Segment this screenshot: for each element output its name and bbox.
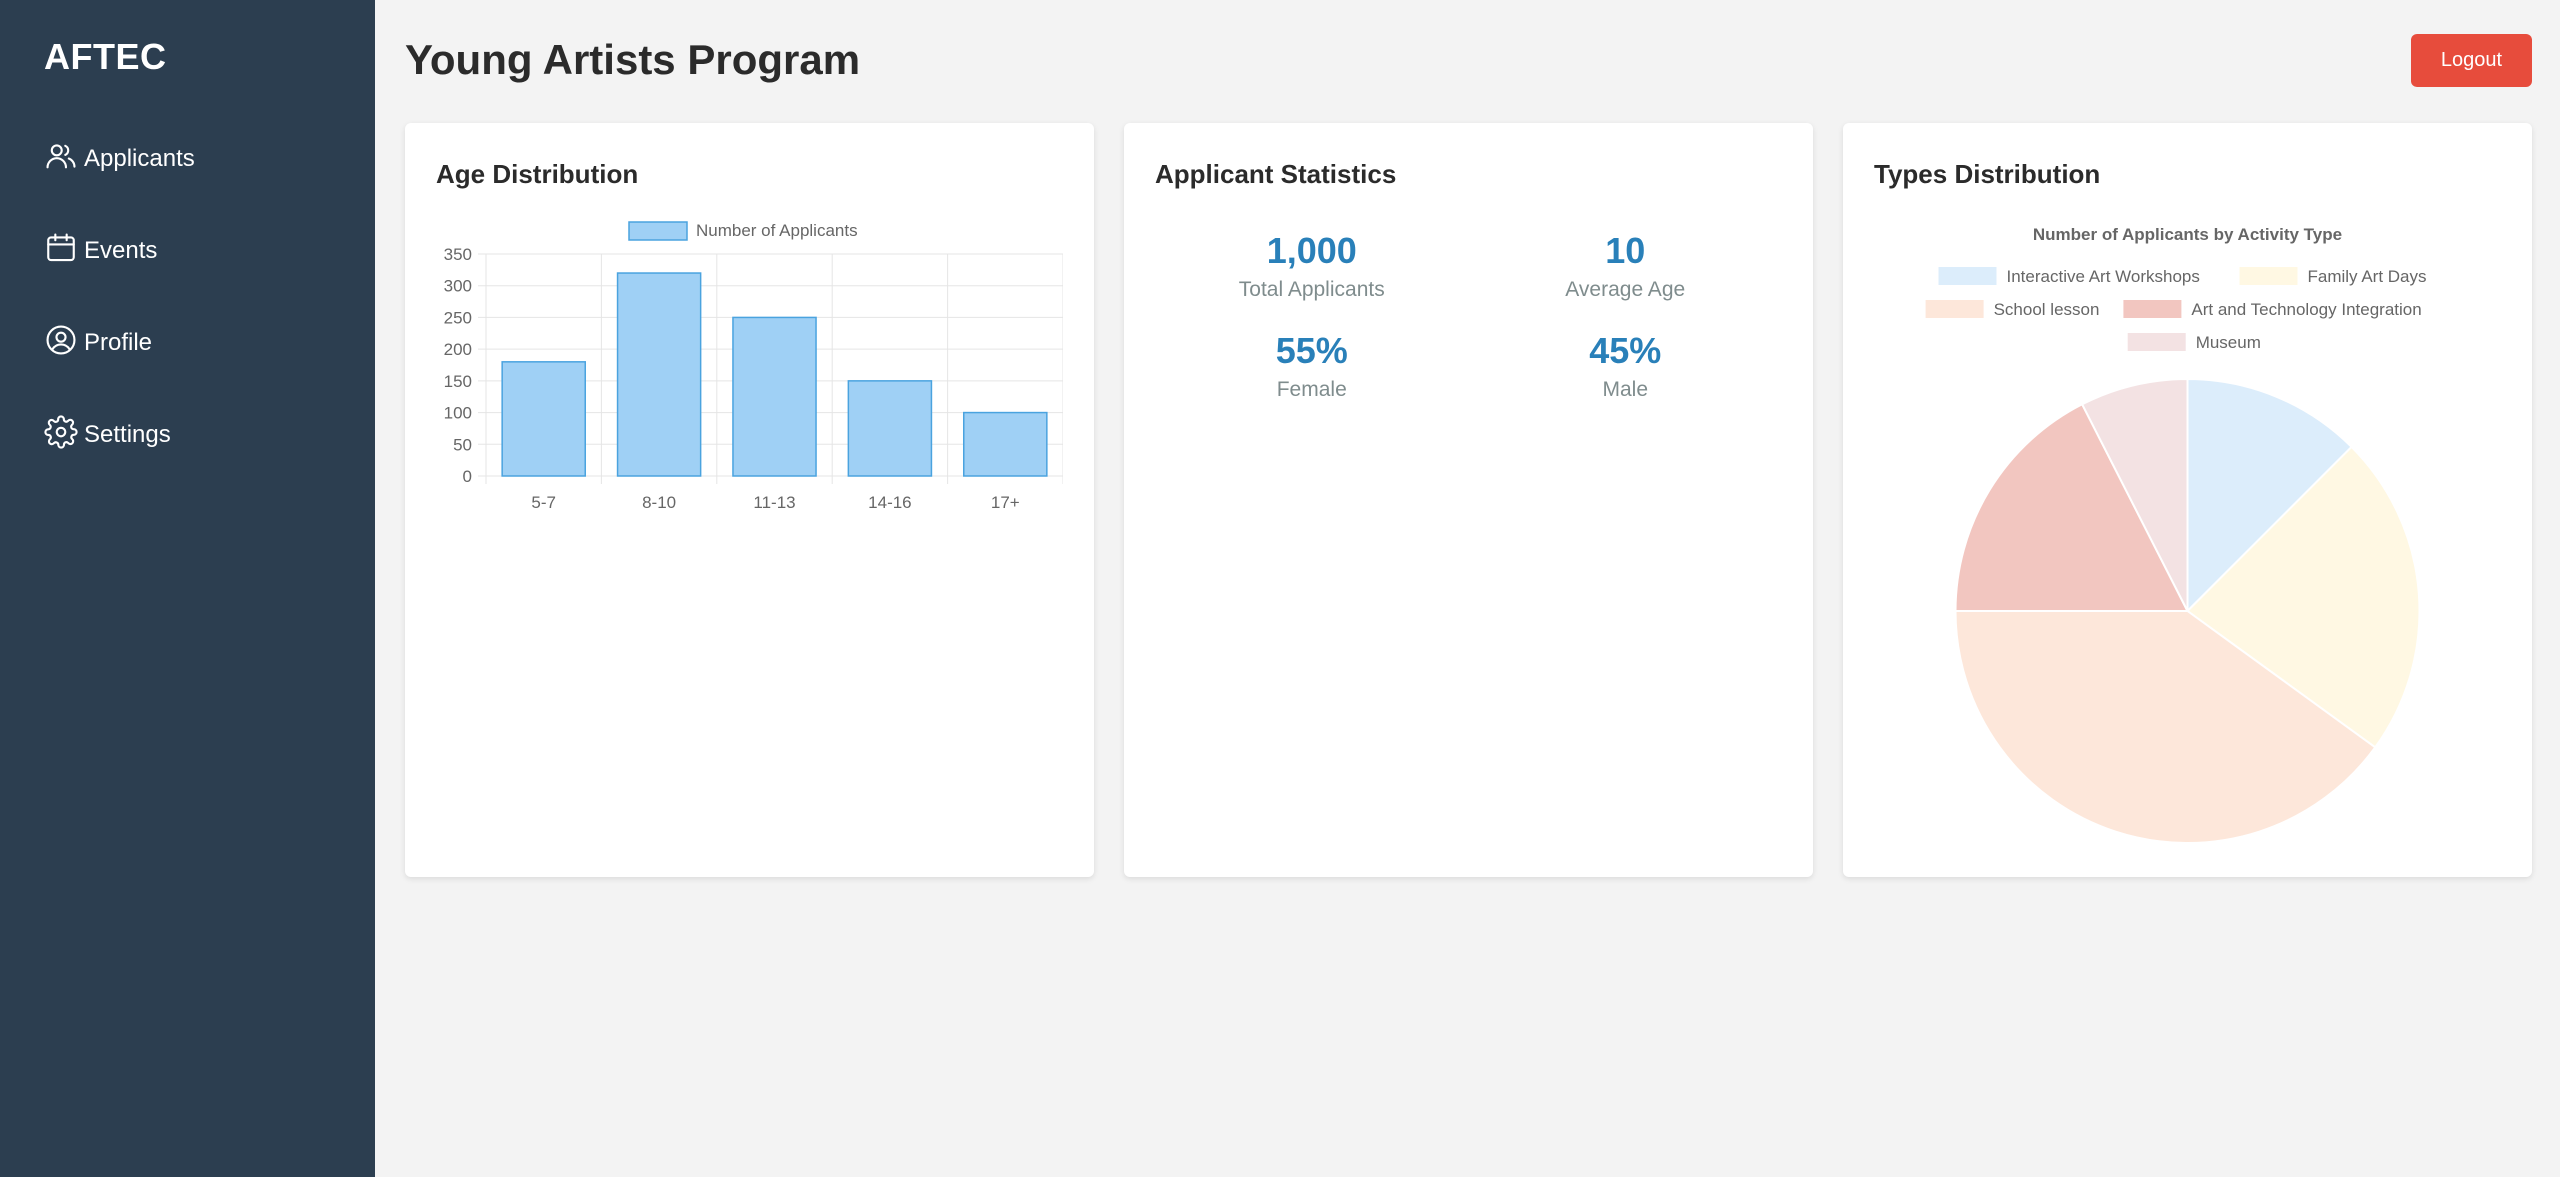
age-distribution-card: Age Distribution Number of Applicants 0 50…	[405, 123, 1094, 877]
activity-type-pie-chart: Number of Applicants by Activity Type Int…	[1925, 225, 2427, 844]
x-tick-label: 11-13	[753, 493, 795, 512]
x-tick-label: 5-7	[531, 493, 556, 512]
y-tick-label: 100	[444, 404, 472, 423]
stat-label: Female	[1276, 378, 1347, 401]
bar-8-10[interactable]	[616, 272, 702, 477]
x-tick-label: 14-16	[868, 493, 911, 512]
dashboard-cards: Age Distribution Number of Applicants 0 50…	[405, 123, 2532, 877]
legend-swatch	[628, 221, 688, 241]
legend-label: Family Art Days	[2308, 267, 2427, 286]
sidebar-item-label: Applicants	[84, 145, 195, 172]
sidebar-item-label: Settings	[84, 421, 171, 448]
brand-logo: AFTEC	[44, 36, 167, 77]
bar-5-7[interactable]	[501, 361, 586, 477]
topbar: Young Artists Program Logout	[405, 30, 2532, 90]
pie-title: Number of Applicants by Activity Type	[2033, 225, 2342, 244]
stat-label: Total Applicants	[1238, 278, 1385, 301]
stat-label: Male	[1602, 378, 1649, 401]
stat-value: 1,000	[1266, 230, 1357, 271]
y-tick-label: 0	[463, 467, 472, 486]
bar-14-16[interactable]	[847, 380, 933, 477]
sidebar-item-label: Events	[84, 237, 158, 264]
gear-icon	[44, 415, 78, 449]
y-tick-label: 200	[444, 340, 472, 359]
stat-total-applicants: 1,000 Total Applicants	[1155, 230, 1469, 302]
main-content: Young Artists Program Logout Age Distrib…	[375, 0, 2560, 1177]
sidebar-item-settings[interactable]: Settings	[44, 409, 375, 449]
stats-grid: 1,000 Total Applicants 10 Average Age 55…	[1155, 230, 1782, 402]
legend-item[interactable]: Art and Technology Integration	[2123, 300, 2422, 319]
bar-17+[interactable]	[963, 411, 1048, 477]
logout-button[interactable]: Logout	[2411, 33, 2532, 87]
calendar-icon	[44, 231, 78, 265]
users-icon	[44, 139, 78, 173]
app-root: AFTEC Applicants Events Profile Settings…	[0, 0, 2560, 1177]
sidebar-item-label: Profile	[84, 329, 153, 356]
types-distribution-card: Types Distribution Number of Applicants …	[1843, 123, 2532, 877]
legend-item[interactable]: Interactive Art Workshops	[1938, 267, 2200, 286]
sidebar: AFTEC Applicants Events Profile Settings	[0, 0, 375, 1177]
legend-label: School lesson	[1994, 300, 2100, 319]
chart-legend: Number of Applicants	[628, 221, 858, 241]
y-tick-label: 250	[444, 308, 472, 327]
bar-11-13[interactable]	[732, 316, 817, 477]
legend-swatch	[1925, 300, 1984, 318]
y-tick-label: 50	[453, 435, 472, 454]
stat-label: Average Age	[1565, 278, 1686, 301]
stat-value: 55%	[1275, 330, 1348, 371]
card-title: Applicant Statistics	[1155, 159, 1397, 189]
sidebar-item-events[interactable]: Events	[44, 225, 375, 265]
legend-item[interactable]: Museum	[2127, 333, 2261, 352]
card-title: Types Distribution	[1874, 159, 2101, 189]
age-bar-chart: Number of Applicants 0 50 100 150 200 250 300 35…	[444, 221, 1063, 512]
legend-label: Museum	[2196, 333, 2261, 352]
legend-item[interactable]: Family Art Days	[2239, 267, 2427, 286]
sidebar-item-profile[interactable]: Profile	[44, 317, 375, 357]
stat-female: 55% Female	[1155, 330, 1469, 402]
legend-label: Number of Applicants	[696, 221, 858, 240]
x-tick-label: 8-10	[642, 493, 676, 512]
sidebar-item-applicants[interactable]: Applicants	[44, 133, 375, 173]
legend-swatch	[2123, 300, 2182, 318]
x-tick-label: 17+	[991, 493, 1020, 512]
legend-swatch	[1938, 267, 1997, 285]
legend-swatch	[2127, 333, 2186, 351]
legend-label: Art and Technology Integration	[2191, 300, 2421, 319]
stat-value: 45%	[1589, 330, 1662, 371]
stat-average-age: 10 Average Age	[1469, 230, 1783, 302]
user-circle-icon	[44, 323, 78, 357]
card-title: Age Distribution	[436, 159, 639, 189]
y-tick-label: 350	[444, 245, 472, 264]
y-tick-label: 300	[444, 277, 472, 296]
stat-value: 10	[1605, 230, 1646, 271]
legend-item[interactable]: School lesson	[1925, 300, 2100, 319]
page-title: Young Artists Program	[405, 36, 861, 83]
applicant-statistics-card: Applicant Statistics 1,000 Total Applica…	[1124, 123, 1813, 877]
stat-male: 45% Male	[1469, 330, 1783, 402]
y-tick-label: 150	[444, 372, 472, 391]
legend-swatch	[2239, 267, 2298, 285]
legend-label: Interactive Art Workshops	[2007, 267, 2200, 286]
